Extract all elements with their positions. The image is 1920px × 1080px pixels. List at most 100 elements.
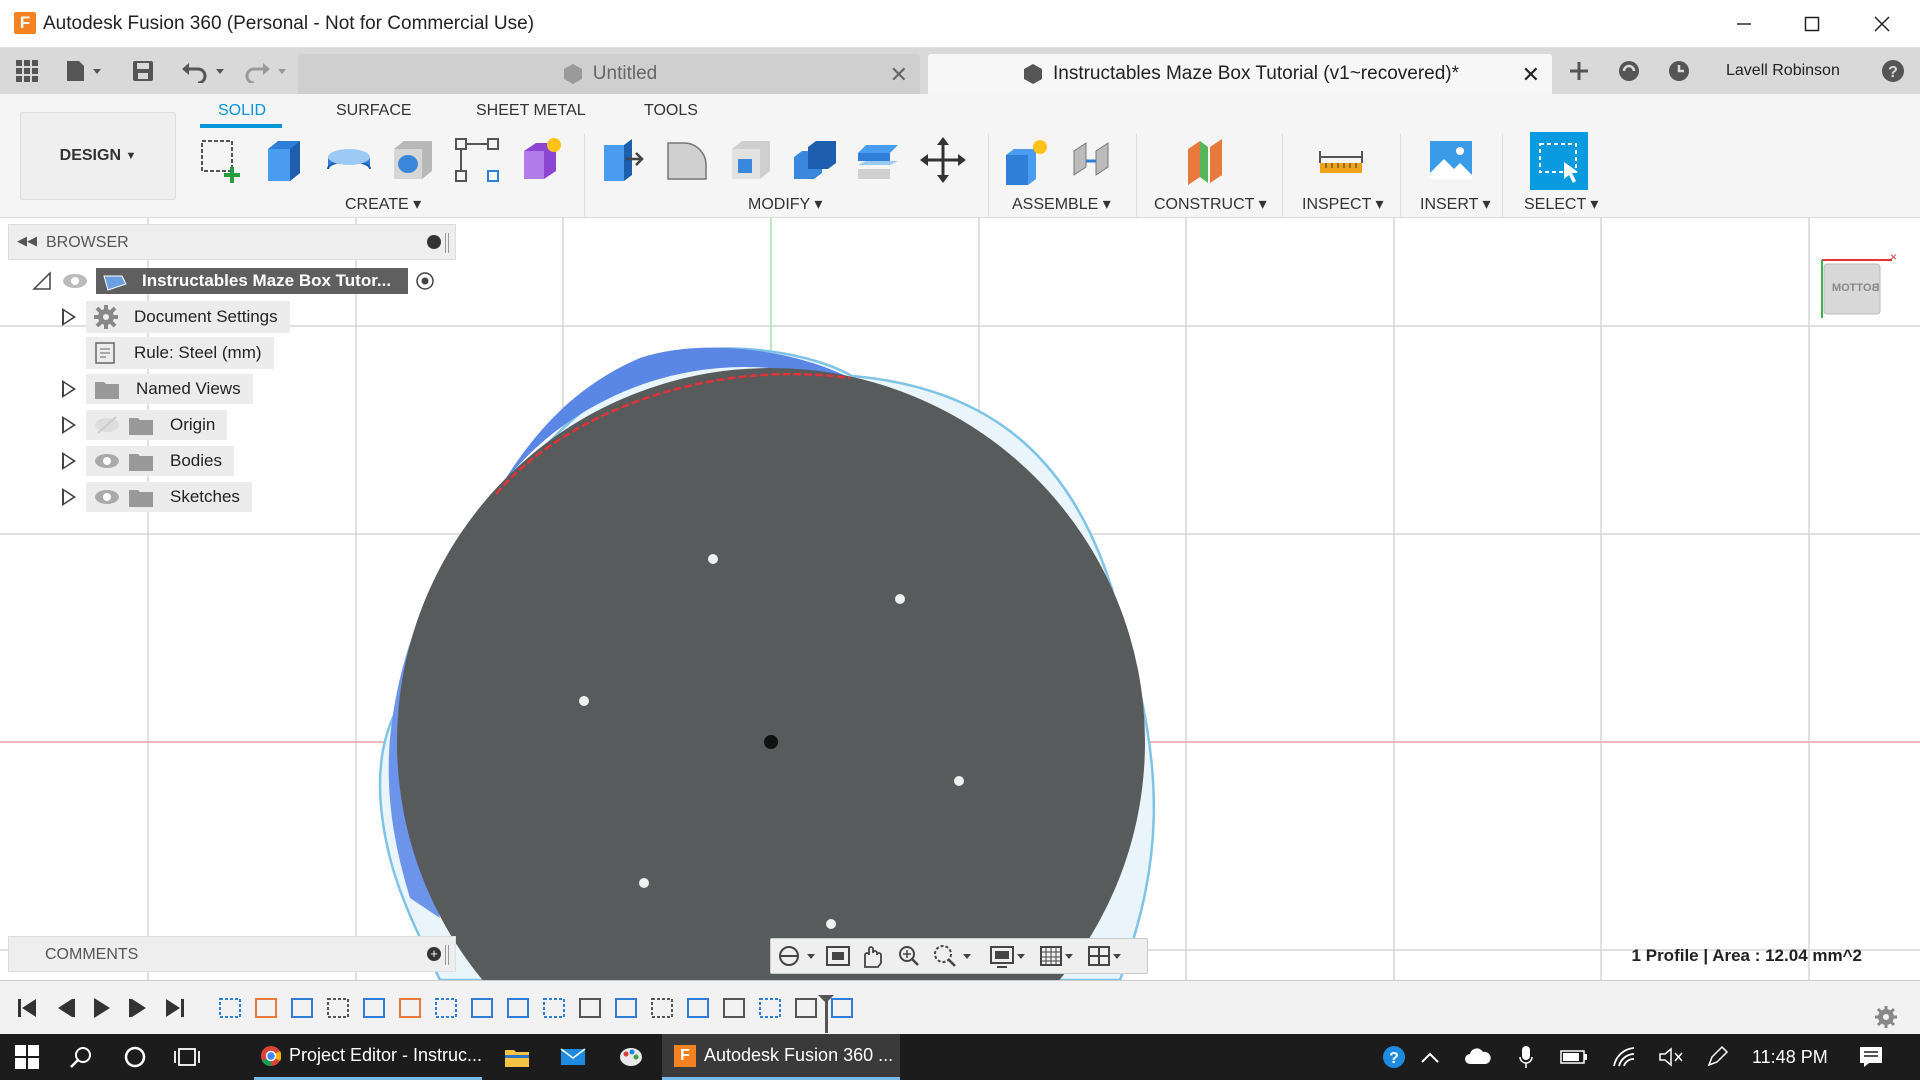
offset-face-icon[interactable] — [852, 132, 906, 188]
help-tray-icon[interactable]: ? — [1380, 1034, 1408, 1080]
go-to-end-icon[interactable] — [166, 999, 184, 1017]
taskbar-clock[interactable]: 11:48 PM — [1752, 1034, 1828, 1080]
microphone-icon[interactable] — [1512, 1034, 1540, 1080]
maximize-button[interactable] — [1778, 0, 1846, 48]
job-status-icon[interactable] — [1614, 56, 1644, 86]
browser-item-sketches[interactable]: Sketches — [62, 482, 252, 512]
extrude-icon[interactable] — [258, 132, 312, 188]
timeline-feature-icon[interactable] — [255, 998, 277, 1018]
offset-plane-icon[interactable] — [1180, 132, 1234, 188]
minimize-panel-icon[interactable] — [427, 235, 441, 249]
close-window-button[interactable] — [1848, 0, 1916, 48]
pen-icon[interactable] — [1702, 1034, 1732, 1080]
fit-window-icon[interactable] — [934, 945, 971, 967]
visibility-eye-icon[interactable] — [94, 487, 120, 507]
browser-root-item[interactable]: Instructables Maze Box Tutor... — [32, 266, 472, 296]
tab-surface[interactable]: SURFACE — [336, 102, 412, 120]
display-settings-icon[interactable] — [990, 946, 1025, 968]
visibility-eye-icon[interactable] — [94, 451, 120, 471]
workspace-switcher-button[interactable]: DESIGN ▼ — [20, 112, 176, 200]
cortana-icon[interactable] — [120, 1034, 150, 1080]
minimize-button[interactable] — [1710, 0, 1778, 48]
expand-triangle-icon[interactable] — [62, 380, 76, 398]
file-explorer-icon[interactable] — [502, 1034, 532, 1080]
timeline-feature-icon[interactable] — [363, 998, 385, 1018]
timeline-feature-icon[interactable] — [291, 998, 313, 1018]
add-comment-icon[interactable]: + — [427, 947, 441, 961]
expand-triangle-icon[interactable] — [62, 416, 76, 434]
grid-settings-icon[interactable] — [1040, 946, 1073, 966]
help-icon[interactable]: ? — [1878, 56, 1908, 86]
file-menu-icon[interactable] — [60, 56, 106, 86]
timeline-feature-icon[interactable] — [723, 998, 745, 1018]
move-copy-icon[interactable] — [916, 132, 970, 188]
create-sketch-icon[interactable] — [194, 132, 248, 188]
assemble-menu[interactable]: ASSEMBLE ▾ — [1012, 194, 1111, 214]
taskbar-app-chrome[interactable]: Project Editor - Instruc... — [254, 1034, 482, 1080]
show-hidden-icons-chevron-icon[interactable] — [1416, 1034, 1444, 1080]
close-tab-icon[interactable]: ✕ — [890, 62, 908, 88]
inspect-menu[interactable]: INSPECT ▾ — [1302, 194, 1384, 214]
new-component-icon[interactable] — [1000, 132, 1054, 188]
expand-triangle-icon[interactable] — [62, 452, 76, 470]
pan-hand-icon[interactable] — [864, 946, 882, 968]
tab-untitled[interactable]: Untitled ✕ — [298, 54, 920, 94]
battery-icon[interactable] — [1558, 1034, 1590, 1080]
timeline-feature-icon[interactable] — [579, 998, 601, 1018]
timeline-feature-icon[interactable] — [471, 998, 493, 1018]
notifications-clock-icon[interactable] — [1664, 56, 1694, 86]
insert-image-icon[interactable] — [1424, 132, 1478, 188]
visibility-eye-icon[interactable] — [62, 271, 88, 291]
browser-item-document-settings[interactable]: Document Settings — [62, 301, 290, 333]
press-pull-icon[interactable] — [596, 132, 650, 188]
onedrive-cloud-icon[interactable] — [1462, 1034, 1494, 1080]
close-tab-icon[interactable]: ✕ — [1522, 62, 1540, 88]
search-icon[interactable] — [66, 1034, 96, 1080]
select-menu[interactable]: SELECT ▾ — [1524, 194, 1598, 214]
volume-muted-icon[interactable] — [1656, 1034, 1686, 1080]
go-to-start-icon[interactable] — [18, 999, 36, 1017]
wifi-icon[interactable] — [1610, 1034, 1640, 1080]
view-cube[interactable]: BOTTOM × — [1818, 250, 1897, 322]
construct-menu[interactable]: CONSTRUCT ▾ — [1154, 194, 1267, 214]
step-back-icon[interactable] — [58, 999, 75, 1017]
timeline-feature-icon[interactable] — [687, 998, 709, 1018]
timeline-feature-icon[interactable] — [795, 998, 817, 1018]
joint-icon[interactable] — [1066, 132, 1120, 188]
create-menu[interactable]: CREATE ▾ — [345, 194, 421, 214]
tab-tools[interactable]: TOOLS — [644, 102, 698, 120]
timeline-feature-icon[interactable] — [543, 998, 565, 1018]
timeline-feature-icon[interactable] — [615, 998, 637, 1018]
task-view-icon[interactable] — [172, 1034, 202, 1080]
timeline-feature-icon[interactable] — [651, 998, 673, 1018]
activate-radio-icon[interactable] — [414, 270, 436, 292]
play-icon[interactable] — [94, 998, 110, 1018]
data-panel-grid-icon[interactable] — [12, 56, 42, 86]
timeline-feature-icon[interactable] — [399, 998, 421, 1018]
tab-solid[interactable]: SOLID — [218, 102, 266, 120]
timeline-features[interactable] — [219, 998, 853, 1018]
expand-triangle-icon[interactable] — [62, 488, 76, 506]
zoom-icon[interactable] — [899, 946, 919, 966]
expand-triangle-icon[interactable] — [62, 308, 76, 326]
timeline-feature-icon[interactable] — [435, 998, 457, 1018]
revolve-icon[interactable] — [322, 132, 376, 188]
browser-item-rule[interactable]: Rule: Steel (mm) — [62, 337, 274, 369]
look-at-icon[interactable] — [826, 946, 850, 966]
collapse-triangle-icon[interactable] — [32, 271, 52, 291]
timeline-feature-icon[interactable] — [219, 998, 241, 1018]
fillet-icon[interactable] — [660, 132, 714, 188]
pattern-icon[interactable] — [450, 132, 504, 188]
action-center-icon[interactable] — [1856, 1034, 1886, 1080]
comments-panel[interactable]: COMMENTS + — [8, 936, 456, 972]
tab-maze-box-tutorial[interactable]: Instructables Maze Box Tutorial (v1~reco… — [928, 54, 1552, 94]
timeline-feature-icon[interactable] — [759, 998, 781, 1018]
create-form-icon[interactable] — [514, 132, 568, 188]
mail-icon[interactable] — [558, 1034, 588, 1080]
step-forward-icon[interactable] — [129, 999, 146, 1017]
redo-icon[interactable] — [240, 56, 290, 86]
modify-menu[interactable]: MODIFY ▾ — [748, 194, 822, 214]
hole-icon[interactable] — [386, 132, 440, 188]
insert-menu[interactable]: INSERT ▾ — [1420, 194, 1491, 214]
orbit-icon[interactable] — [779, 946, 815, 966]
